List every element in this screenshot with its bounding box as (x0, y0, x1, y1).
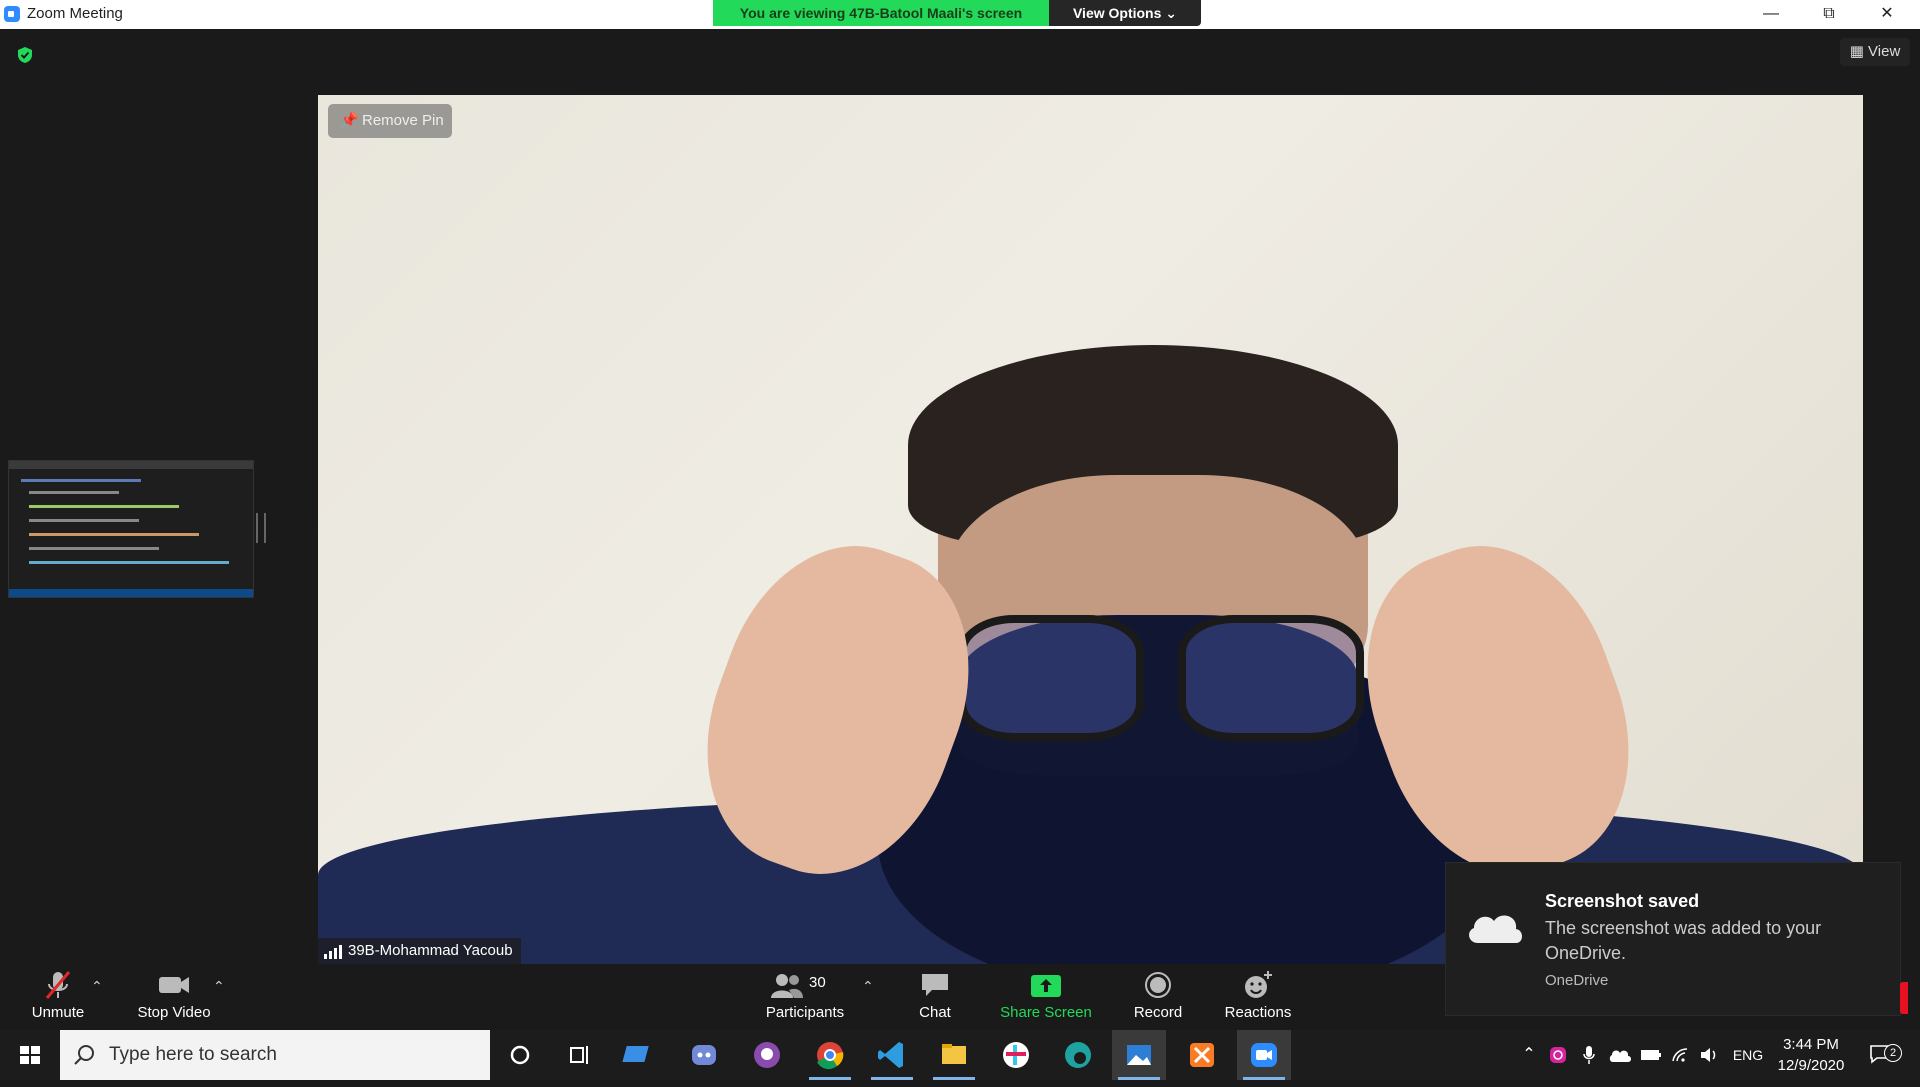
view-options-button[interactable]: View Options ⌄ (1049, 0, 1201, 26)
stop-video-label: Stop Video (137, 1004, 211, 1021)
chrome-icon[interactable] (803, 1030, 857, 1080)
search-placeholder: Type here to search (109, 1044, 277, 1065)
remove-pin-button[interactable]: 📌 Remove Pin (328, 104, 452, 138)
chat-button[interactable]: Chat (910, 968, 960, 1028)
participants-label: Participants (765, 1004, 845, 1021)
screen-share-banner: You are viewing 47B-Batool Maali's scree… (713, 0, 1049, 26)
participants-count: 30 (809, 974, 826, 991)
unmute-label: Unmute (31, 1004, 85, 1021)
video-camera-icon (159, 977, 189, 993)
shared-screen-thumbnail[interactable] (8, 460, 254, 598)
chat-bubble-icon (922, 974, 948, 996)
view-button[interactable]: ▦ View (1840, 38, 1910, 66)
chat-label: Chat (919, 1004, 951, 1021)
code-line (29, 547, 159, 550)
instagram-tray-icon[interactable] (1546, 1030, 1570, 1080)
taskbar-search-box[interactable]: Type here to search (60, 1030, 490, 1080)
signal-strength-icon (324, 945, 342, 959)
thumbnail-taskbar (9, 589, 253, 597)
onedrive-app-icon[interactable] (615, 1030, 669, 1080)
share-screen-icon (1031, 975, 1061, 997)
notification-count-badge: 2 (1884, 1044, 1902, 1062)
view-label: View (1868, 43, 1901, 60)
github-desktop-icon[interactable] (740, 1030, 794, 1080)
view-options-label: View Options (1072, 5, 1162, 21)
record-button[interactable]: Record (1130, 968, 1186, 1028)
notification-edge-indicator (1900, 982, 1908, 1014)
glasses-right-lens (1178, 615, 1364, 741)
audio-options-caret-icon[interactable]: ⌃ (91, 978, 103, 995)
resize-handle[interactable] (256, 513, 266, 543)
record-icon (1145, 972, 1171, 998)
grid-icon: ▦ (1849, 43, 1864, 60)
wifi-icon[interactable] (1668, 1030, 1694, 1080)
unmute-button[interactable]: Unmute (22, 968, 94, 1028)
pin-icon: 📌 (340, 112, 359, 129)
record-label: Record (1133, 1004, 1183, 1021)
microphone-muted-icon (45, 971, 71, 999)
stop-video-button[interactable]: Stop Video (132, 968, 216, 1028)
input-language-indicator[interactable]: ENG (1728, 1030, 1768, 1080)
window-title: Zoom Meeting (27, 5, 123, 22)
chevron-down-icon: ⌄ (1165, 5, 1178, 21)
code-line (29, 519, 139, 522)
thumbnail-titlebar (9, 461, 253, 469)
participants-icon (771, 974, 803, 998)
show-hidden-icons-chevron-icon[interactable]: ⌃ (1518, 1030, 1540, 1080)
clock-date: 12/9/2020 (1777, 1057, 1845, 1074)
remove-pin-label: Remove Pin (362, 112, 444, 129)
participant-name-tag: 39B-Mohammad Yacoub (318, 938, 521, 964)
code-line (29, 533, 199, 536)
photos-icon[interactable] (1112, 1030, 1166, 1080)
close-button[interactable]: ✕ (1864, 0, 1910, 29)
volume-icon[interactable] (1696, 1030, 1722, 1080)
battery-icon[interactable] (1638, 1030, 1664, 1080)
file-explorer-icon[interactable] (927, 1030, 981, 1080)
code-line (29, 505, 179, 508)
toast-source: OneDrive (1545, 972, 1609, 989)
restore-button[interactable]: ⧉ (1806, 0, 1852, 29)
action-center-button[interactable]: 2 (1862, 1030, 1902, 1080)
main-video-tile[interactable]: 📌 Remove Pin 39B-Mohammad Yacoub (318, 95, 1863, 964)
toast-title: Screenshot saved (1545, 891, 1700, 911)
slack-icon[interactable] (989, 1030, 1043, 1080)
toast-message: The screenshot was added to your OneDriv… (1545, 918, 1822, 963)
participants-button[interactable]: 30 Participants (760, 968, 850, 1028)
share-screen-label: Share Screen (1000, 1004, 1092, 1021)
code-line (21, 479, 141, 482)
participants-caret-icon[interactable]: ⌃ (862, 978, 874, 995)
zoom-app-icon (4, 6, 20, 22)
code-line (29, 491, 119, 494)
minimize-button[interactable]: — (1748, 0, 1794, 29)
screenshot-saved-toast[interactable]: Screenshot saved The screenshot was adde… (1446, 863, 1900, 1015)
discord-icon[interactable] (677, 1030, 731, 1080)
task-view-icon[interactable] (553, 1030, 607, 1080)
video-options-caret-icon[interactable]: ⌃ (213, 978, 225, 995)
vscode-icon[interactable] (865, 1030, 919, 1080)
glasses-left-lens (958, 615, 1144, 741)
participant-name: 39B-Mohammad Yacoub (348, 942, 513, 959)
code-line (29, 561, 229, 564)
windows-start-icon[interactable] (0, 1030, 60, 1080)
zoom-icon[interactable] (1237, 1030, 1291, 1080)
onedrive-cloud-icon (1469, 915, 1522, 943)
reactions-button[interactable]: Reactions (1222, 968, 1294, 1028)
clock-time: 3:44 PM (1783, 1036, 1839, 1053)
reactions-label: Reactions (1224, 1004, 1292, 1021)
microphone-tray-icon[interactable] (1578, 1030, 1600, 1080)
edge-icon[interactable] (1051, 1030, 1105, 1080)
cortana-icon[interactable] (493, 1030, 547, 1080)
onedrive-tray-icon[interactable] (1606, 1030, 1634, 1080)
smiley-plus-icon (1245, 971, 1272, 998)
search-icon (74, 1045, 94, 1065)
share-screen-button[interactable]: Share Screen (996, 968, 1096, 1028)
taskbar-clock[interactable]: 3:44 PM 12/9/2020 (1774, 1034, 1848, 1076)
shield-icon[interactable] (16, 46, 34, 64)
xampp-icon[interactable] (1175, 1030, 1229, 1080)
